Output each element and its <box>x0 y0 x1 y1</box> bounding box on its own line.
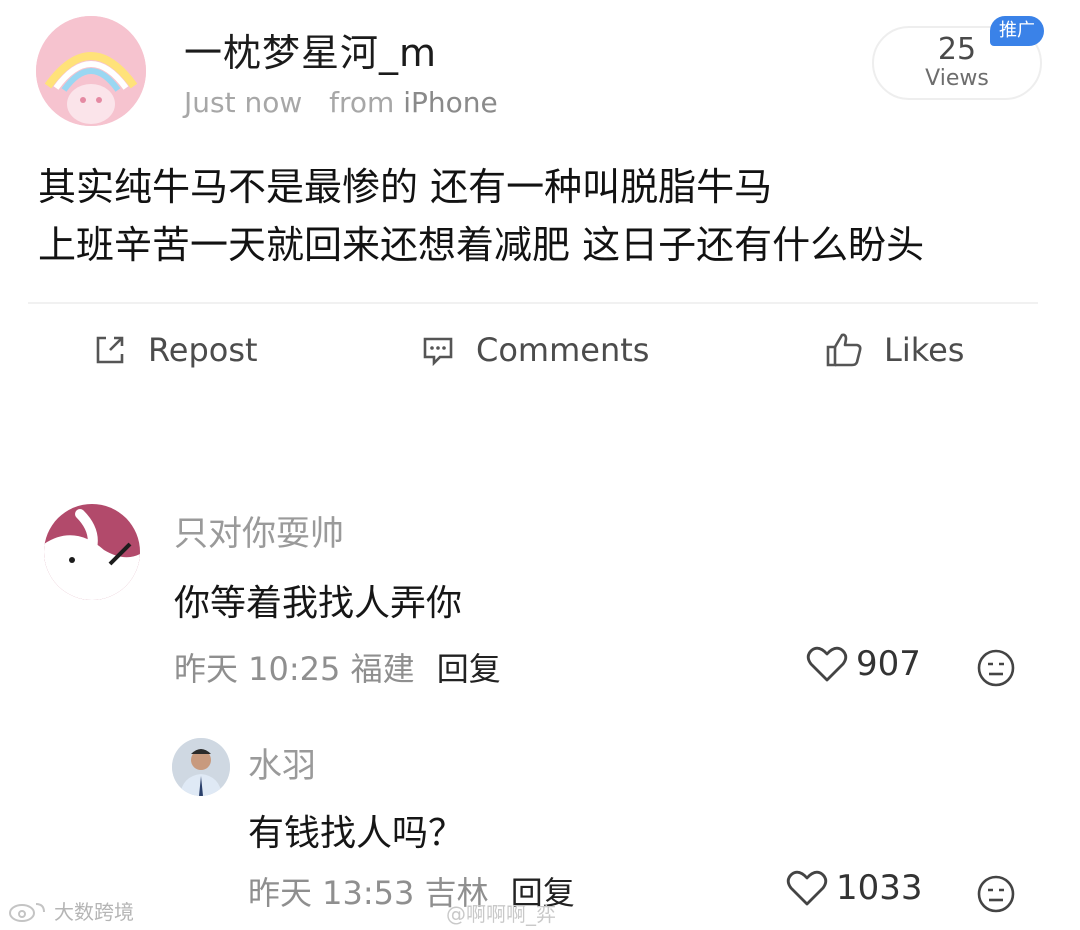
commenter-avatar[interactable] <box>44 504 140 600</box>
comments-button[interactable]: Comments <box>420 326 649 374</box>
heart-icon <box>806 646 848 682</box>
comment-icon <box>423 337 453 367</box>
comment-text: 你等着我找人弄你 <box>174 583 463 624</box>
reply-like-button[interactable]: 1033 <box>786 868 923 908</box>
emoji-reaction-icon[interactable] <box>976 874 1016 914</box>
post-text-line: 其实纯牛马不是最惨的 还有一种叫脱脂牛马 <box>38 165 773 209</box>
repost-button[interactable]: Repost <box>92 326 258 374</box>
post-meta: Just now from iPhone <box>184 86 498 119</box>
poster-avatar[interactable] <box>36 16 146 126</box>
reply-button[interactable]: 回复 <box>437 650 501 688</box>
comment-meta: 昨天 10:25 福建 回复 <box>174 644 501 690</box>
comments-label: Comments <box>476 331 650 369</box>
watermark-text: 大数跨境 <box>54 900 134 924</box>
reply-commenter-name[interactable]: 水羽 <box>248 738 316 787</box>
repost-icon <box>96 336 124 364</box>
likes-button[interactable]: Likes <box>824 326 964 374</box>
reply-text: 有钱找人吗？ <box>248 813 465 854</box>
commenter-name[interactable]: 只对你耍帅 <box>174 506 344 555</box>
views-counter: 25 Views 推广 <box>872 16 1044 100</box>
reply-commenter-avatar[interactable] <box>172 738 230 796</box>
repost-label: Repost <box>148 331 258 369</box>
post-time: Just now <box>184 86 303 119</box>
divider <box>28 302 1038 304</box>
ad-badge: 推广 <box>990 16 1044 46</box>
poster-username[interactable]: 一枕梦星河_m <box>184 22 437 77</box>
watermark-handle: @啊啊啊_弈 <box>446 902 556 926</box>
comment-time-location: 昨天 10:25 福建 <box>174 650 415 688</box>
weibo-logo-icon <box>9 902 45 922</box>
thumbs-up-icon <box>826 333 862 367</box>
views-label: Views <box>925 66 989 91</box>
post-text-line: 上班辛苦一天就回来还想着减肥 这日子还有什么盼头 <box>38 223 925 267</box>
post-from-label: from <box>329 86 395 119</box>
watermark: 大数跨境 <box>8 896 134 925</box>
comment-like-count: 907 <box>856 644 921 684</box>
post-body: 其实纯牛马不是最惨的 还有一种叫脱脂牛马 上班辛苦一天就回来还想着减肥 这日子还… <box>38 158 924 274</box>
weibo-post-page: 一枕梦星河_m Just now from iPhone 25 Views 推广… <box>0 0 1080 930</box>
post-device: iPhone <box>403 86 498 119</box>
likes-label: Likes <box>884 331 965 369</box>
emoji-reaction-icon[interactable] <box>976 648 1016 688</box>
reply-like-count: 1033 <box>836 868 923 908</box>
comment-like-button[interactable]: 907 <box>806 644 921 684</box>
heart-icon <box>786 870 828 906</box>
